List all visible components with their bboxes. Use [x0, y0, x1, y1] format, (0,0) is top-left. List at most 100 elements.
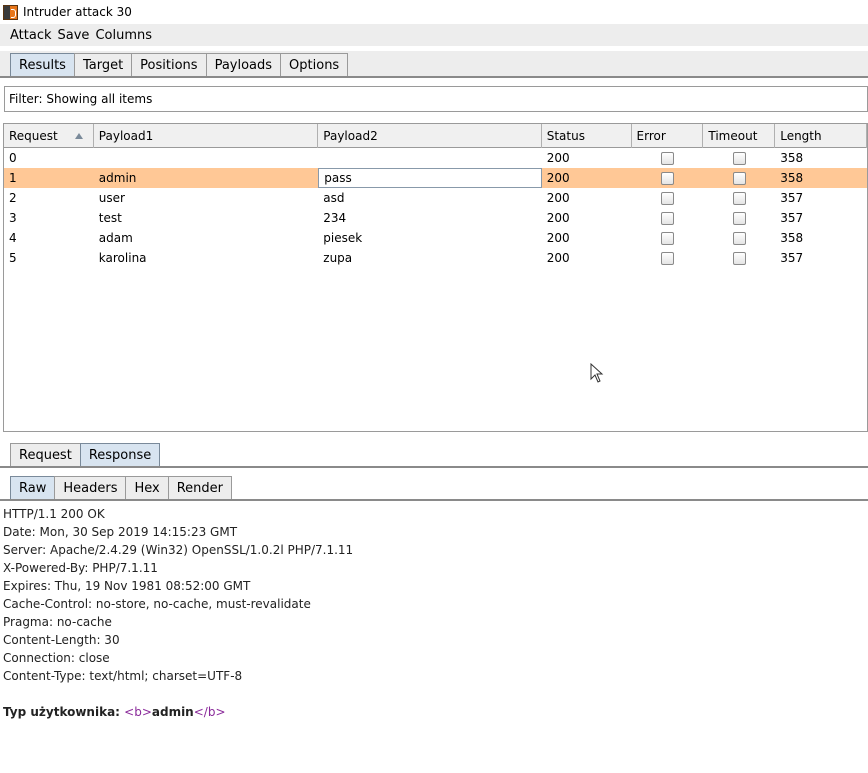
menu-attack[interactable]: Attack [10, 28, 52, 43]
cell-timeout [703, 228, 775, 248]
tab-request[interactable]: Request [10, 443, 81, 467]
cell-length: 358 [780, 171, 804, 185]
response-header-line: HTTP/1.1 200 OK [3, 507, 105, 521]
cell-timeout [703, 148, 775, 168]
window-title: Intruder attack 30 [23, 5, 132, 19]
body-tag-close: </b> [193, 705, 226, 719]
timeout-checkbox [732, 211, 746, 225]
response-header-line: Date: Mon, 30 Sep 2019 14:15:23 GMT [3, 525, 238, 539]
cell-status: 200 [546, 191, 570, 205]
cell-payload2: 234 [323, 211, 347, 225]
tab-headers[interactable]: Headers [54, 476, 127, 500]
error-checkbox [660, 211, 674, 225]
tab-divider [0, 76, 868, 78]
column-header-status[interactable]: Status [542, 124, 632, 148]
cell-payload1: admin [98, 171, 137, 185]
filter-bar[interactable]: Filter: Showing all items [4, 86, 868, 112]
tab-target[interactable]: Target [73, 53, 133, 77]
cell-payload2 [318, 148, 541, 168]
table-row[interactable]: 2 user asd 200 357 [4, 188, 867, 208]
main-tab-bar: Results Target Positions Payloads Option… [0, 51, 868, 77]
burp-app-icon [3, 4, 18, 20]
column-header-payload2[interactable]: Payload2 [318, 124, 542, 148]
cell-timeout [703, 208, 775, 228]
results-table: Request Payload1 Payload2 Status Error T… [3, 123, 868, 432]
table-row[interactable]: 4 adam piesek 200 358 [4, 228, 867, 248]
cell-error [632, 168, 704, 188]
view-tab-bar: Raw Headers Hex Render [0, 474, 868, 500]
tab-positions[interactable]: Positions [131, 53, 207, 77]
column-header-payload1[interactable]: Payload1 [94, 124, 319, 148]
response-viewer[interactable]: HTTP/1.1 200 OK Date: Mon, 30 Sep 2019 1… [3, 505, 868, 721]
cell-status: 200 [546, 151, 570, 165]
column-header-timeout[interactable]: Timeout [703, 124, 776, 148]
timeout-checkbox [732, 231, 746, 245]
table-row[interactable]: 1 admin pass 200 358 [4, 168, 867, 188]
cell-length: 358 [780, 231, 804, 245]
timeout-checkbox [732, 151, 746, 165]
tab-divider [0, 499, 868, 501]
timeout-checkbox [732, 251, 746, 265]
menu-columns[interactable]: Columns [95, 28, 152, 43]
cell-error [632, 208, 704, 228]
response-header-line: Content-Length: 30 [3, 633, 120, 647]
cell-payload2: asd [323, 191, 345, 205]
response-header-line: Server: Apache/2.4.29 (Win32) OpenSSL/1.… [3, 543, 354, 557]
error-checkbox [660, 231, 674, 245]
timeout-checkbox [732, 171, 746, 185]
tab-render[interactable]: Render [167, 476, 232, 500]
cell-timeout [703, 248, 775, 268]
cell-payload1: test [98, 211, 122, 225]
tab-results[interactable]: Results [10, 53, 75, 77]
tab-hex[interactable]: Hex [125, 476, 169, 500]
cell-error [632, 148, 704, 168]
tab-response[interactable]: Response [79, 443, 161, 467]
body-value: admin [151, 705, 194, 719]
cell-length: 358 [780, 151, 804, 165]
error-checkbox [660, 191, 674, 205]
cell-status: 200 [546, 231, 570, 245]
cell-payload2: zupa [323, 251, 353, 265]
cell-length: 357 [780, 211, 804, 225]
cell-payload1: adam [98, 231, 133, 245]
column-header-length[interactable]: Length [775, 124, 867, 148]
response-header-line: Connection: close [3, 651, 110, 665]
response-header-line: X-Powered-By: PHP/7.1.11 [3, 561, 158, 575]
cell-error [632, 228, 704, 248]
cell-payload2: pass [318, 168, 542, 188]
tab-options[interactable]: Options [280, 53, 349, 77]
table-row[interactable]: 0 200 358 [4, 148, 867, 168]
filter-label: Filter: Showing all items [9, 92, 153, 106]
cell-payload1: user [98, 191, 125, 205]
table-row[interactable]: 5 karolina zupa 200 357 [4, 248, 867, 268]
menu-save[interactable]: Save [58, 28, 90, 43]
error-checkbox [660, 251, 674, 265]
response-body: Typ użytkownika: <b>admin</b> [3, 703, 868, 721]
cell-status: 200 [546, 211, 570, 225]
cell-payload2: piesek [323, 231, 363, 245]
cell-request: 1 [9, 171, 17, 185]
cell-request: 5 [9, 251, 17, 265]
response-headers: HTTP/1.1 200 OK Date: Mon, 30 Sep 2019 1… [3, 505, 868, 685]
timeout-checkbox [732, 191, 746, 205]
title-bar: Intruder attack 30 [0, 0, 868, 24]
column-header-error[interactable]: Error [632, 124, 704, 148]
cell-request: 0 [9, 151, 17, 165]
body-tag-open: <b> [124, 705, 152, 719]
tab-raw[interactable]: Raw [10, 476, 56, 500]
cell-timeout [703, 188, 775, 208]
cell-request: 4 [9, 231, 17, 245]
cell-status: 200 [546, 251, 570, 265]
menu-bar: Attack Save Columns [0, 24, 868, 46]
sort-ascending-icon [74, 133, 83, 139]
response-header-line: Expires: Thu, 19 Nov 1981 08:52:00 GMT [3, 579, 251, 593]
cell-request: 2 [9, 191, 17, 205]
body-label: Typ użytkownika: [3, 705, 125, 719]
tab-payloads[interactable]: Payloads [205, 53, 282, 77]
column-header-request[interactable]: Request [4, 124, 94, 148]
table-row[interactable]: 3 test 234 200 357 [4, 208, 867, 228]
cell-timeout [703, 168, 775, 188]
error-checkbox [660, 171, 674, 185]
request-response-tab-bar: Request Response [0, 441, 868, 467]
response-header-line: Cache-Control: no-store, no-cache, must-… [3, 597, 311, 611]
